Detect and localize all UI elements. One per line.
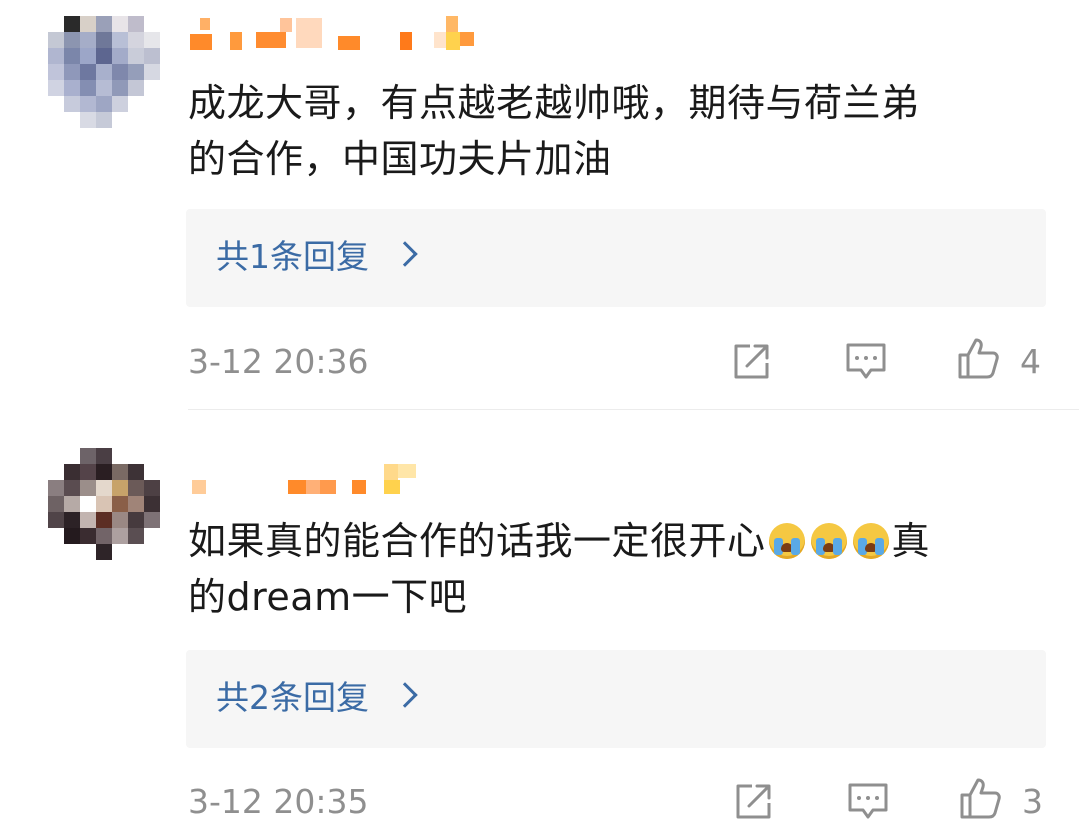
crying-face-emoji — [810, 523, 847, 559]
comment-item: 成龙大哥，有点越老越帅哦，期待与荷兰弟 的合作，中国功夫片加油 共1条回复 3-… — [0, 0, 1079, 410]
comment-text-line: 如果真的能合作的话我一定很开心 — [188, 519, 766, 563]
share-icon — [736, 784, 771, 819]
crying-face-emoji — [852, 523, 889, 559]
comment-text-line: 的dream一下吧 — [188, 575, 468, 619]
replies-label: 共1条回复 — [216, 237, 369, 276]
chevron-right-icon — [392, 241, 418, 267]
username-pixelated[interactable] — [188, 14, 508, 54]
replies-label: 共2条回复 — [216, 678, 369, 717]
comment-button[interactable] — [844, 339, 888, 383]
like-button[interactable] — [958, 776, 1002, 820]
replies-button[interactable]: 共1条回复 — [186, 209, 1046, 307]
comment-text-line: 的合作，中国功夫片加油 — [188, 137, 612, 181]
comment-text-line: 成龙大哥，有点越老越帅哦，期待与荷兰弟 — [188, 81, 920, 125]
comment-text: 成龙大哥，有点越老越帅哦，期待与荷兰弟 的合作，中国功夫片加油 — [188, 75, 1058, 187]
like-count: 4 — [1020, 342, 1041, 381]
avatar[interactable] — [48, 448, 160, 560]
username-pixelated[interactable] — [188, 462, 508, 502]
comment-item: 如果真的能合作的话我一定很开心 真 的dream一下吧 共2条回复 3-12 20… — [0, 410, 1079, 835]
comment-icon — [848, 783, 888, 819]
thumbs-up-icon — [960, 778, 1001, 819]
timestamp: 3-12 20:35 — [188, 782, 369, 821]
like-count: 3 — [1022, 782, 1043, 821]
share-button[interactable] — [732, 779, 776, 823]
chevron-right-icon — [392, 682, 418, 708]
comment-text: 如果真的能合作的话我一定很开心 真 的dream一下吧 — [188, 513, 1058, 625]
crying-face-emoji — [768, 523, 805, 559]
thumbs-up-icon — [958, 338, 999, 379]
replies-button[interactable]: 共2条回复 — [186, 650, 1046, 748]
avatar[interactable] — [48, 16, 160, 128]
like-button[interactable] — [956, 336, 1000, 380]
comment-text-tail: 真 — [891, 519, 931, 563]
timestamp: 3-12 20:36 — [188, 342, 369, 381]
comment-icon — [846, 343, 886, 379]
comment-button[interactable] — [846, 779, 890, 823]
share-button[interactable] — [730, 339, 774, 383]
share-icon — [734, 344, 769, 379]
